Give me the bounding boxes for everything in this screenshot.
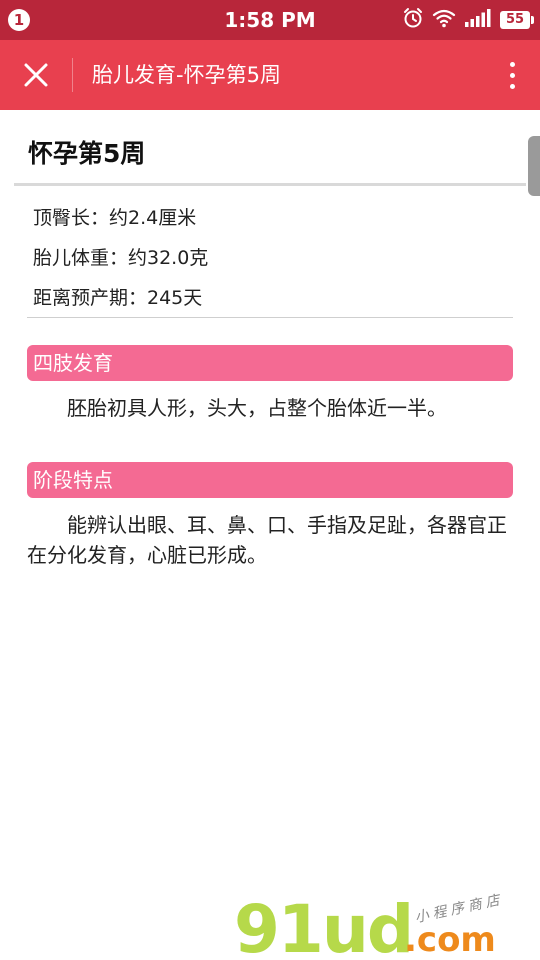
watermark-logo: 91ud 小程序商店 .com — [234, 888, 534, 960]
app-toolbar: 胎儿发育-怀孕第5周 — [0, 40, 540, 110]
section-heading-stage: 阶段特点 — [27, 462, 513, 498]
more-menu-button[interactable] — [500, 54, 524, 96]
page-title: 怀孕第5周 — [28, 139, 146, 168]
more-vertical-icon — [509, 61, 515, 67]
wifi-icon — [432, 8, 456, 32]
watermark-domain: .com — [404, 920, 496, 960]
status-icons: 55 — [402, 7, 534, 33]
toolbar-divider — [72, 58, 73, 92]
section-body-limbs: 胚胎初具人形，头大，占整个胎体近一半。 — [67, 396, 447, 420]
signal-icon — [464, 8, 492, 32]
status-bar: 1 1:58 PM 55 — [0, 0, 540, 40]
close-icon — [24, 63, 48, 87]
watermark-digits: 91ud — [234, 891, 414, 960]
battery-indicator: 55 — [500, 11, 534, 29]
section-heading-limbs: 四肢发育 — [27, 345, 513, 381]
alarm-icon — [402, 7, 424, 33]
stats-divider — [27, 317, 513, 318]
section-body-stage: 能辨认出眼、耳、鼻、口、手指及足趾，各器官正在分化发育，心脏已形成。 — [27, 513, 507, 567]
close-button[interactable] — [14, 53, 58, 97]
scrollbar-handle[interactable] — [528, 136, 540, 196]
stat-days-to-due: 距离预产期：245天 — [33, 287, 203, 309]
title-divider — [14, 183, 526, 186]
stat-crown-rump-length: 顶臀长：约2.4厘米 — [33, 207, 197, 229]
toolbar-title: 胎儿发育-怀孕第5周 — [92, 63, 281, 87]
fetal-stats: 顶臀长：约2.4厘米 胎儿体重：约32.0克 距离预产期：245天 — [33, 200, 208, 320]
stat-fetal-weight: 胎儿体重：约32.0克 — [33, 247, 209, 269]
